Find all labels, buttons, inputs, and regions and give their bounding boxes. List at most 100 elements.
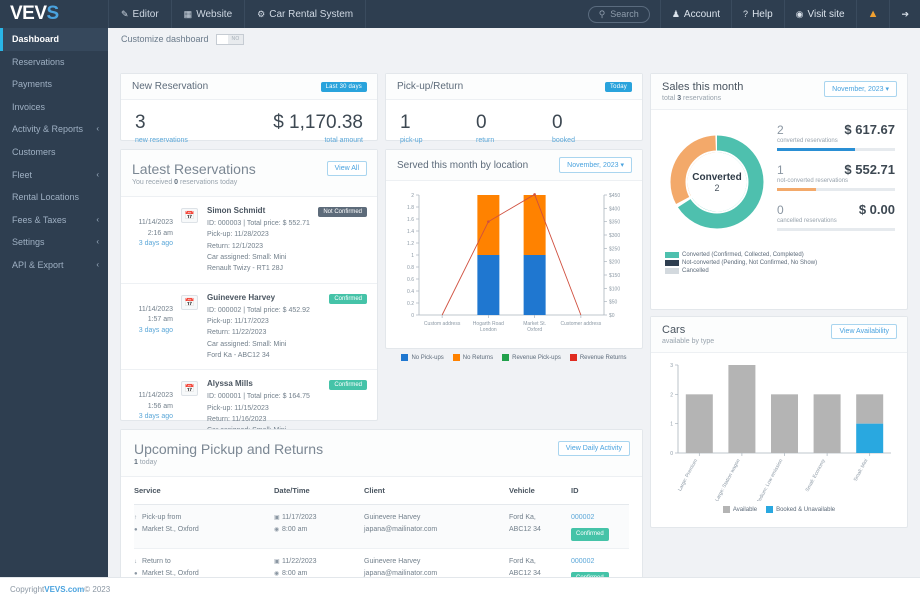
status-badge: Confirmed bbox=[329, 293, 367, 304]
sidebar-item-invoices[interactable]: Invoices bbox=[0, 96, 108, 119]
cancelled-count: 0 bbox=[777, 203, 784, 217]
cars-chart-svg: 0 1 2 3 Large: Premium Large: Station wagon M… bbox=[670, 363, 891, 506]
sidebar-label-rental-locations: Rental Locations bbox=[12, 192, 80, 203]
main-content: Customize dashboard NO New Reservation L… bbox=[108, 28, 920, 577]
search-placeholder: Search bbox=[610, 9, 639, 19]
svg-text:1.2: 1.2 bbox=[407, 241, 414, 247]
footer-pre: Copyright bbox=[10, 585, 45, 594]
cell-datetime-0: ▣ 11/17/2023 ◉ 8:00 am bbox=[274, 504, 364, 550]
sidebar-item-dashboard[interactable]: Dashboard bbox=[0, 28, 108, 51]
new-reservation-amount-stat: $ 1,170.38 total amount bbox=[249, 113, 363, 144]
latest-reservation-row[interactable]: 11/14/2023 2:16 am 3 days ago 📅 Simon Sc… bbox=[121, 197, 377, 284]
reservation-line: ID: 000001 | Total price: $ 164.75 bbox=[207, 393, 310, 401]
vehicle-name-0: Ford Ka, bbox=[509, 514, 536, 521]
topnav-item-car-rental-system[interactable]: ⚙ Car Rental System bbox=[245, 0, 367, 28]
not-converted-label: not-converted reservations bbox=[777, 178, 849, 184]
warning-button[interactable]: ▲ bbox=[855, 0, 890, 28]
svg-text:Medium: Low emission: Medium: Low emission bbox=[755, 458, 784, 501]
vehicle-name-1: Ford Ka, bbox=[509, 558, 536, 566]
svg-text:Oxford: Oxford bbox=[527, 327, 542, 333]
visit-site-button[interactable]: ◉ Visit site bbox=[783, 0, 856, 28]
sidebar-item-customers[interactable]: Customers bbox=[0, 141, 108, 164]
calendar-icon: ▣ bbox=[274, 515, 280, 521]
reservation-line: Pick-up: 11/15/2023 bbox=[207, 404, 269, 412]
calendar-icon: 📅 bbox=[181, 381, 198, 397]
svg-text:3: 3 bbox=[670, 363, 673, 369]
topnav-item-website[interactable]: ▦ Website bbox=[172, 0, 246, 28]
pickup-label[interactable]: pick-up bbox=[400, 137, 476, 144]
svg-text:0.4: 0.4 bbox=[407, 289, 414, 295]
upcoming-title: Upcoming Pickup and Returns bbox=[134, 441, 324, 457]
sidebar-item-activity-reports[interactable]: Activity & Reports ‹ bbox=[0, 118, 108, 141]
sidebar-item-api-export[interactable]: API & Export ‹ bbox=[0, 254, 108, 277]
legend-swatch-not-converted bbox=[665, 260, 679, 266]
reservation-line: ID: 000002 | Total price: $ 452.92 bbox=[207, 306, 310, 314]
topnav-item-editor[interactable]: ✎ Editor bbox=[108, 0, 172, 28]
view-all-button[interactable]: View All bbox=[326, 161, 367, 176]
latest-reservation-row[interactable]: 11/14/2023 1:57 am 3 days ago 📅 Guinever… bbox=[121, 284, 377, 371]
svg-text:0: 0 bbox=[670, 451, 673, 457]
client-name-0: Guinevere Harvey bbox=[364, 514, 421, 521]
sidebar-item-settings[interactable]: Settings ‹ bbox=[0, 231, 108, 254]
chevron-left-icon: ‹ bbox=[96, 214, 99, 224]
reservation-line: Car assigned: Small: Mini bbox=[207, 253, 287, 261]
view-daily-activity-button[interactable]: View Daily Activity bbox=[557, 441, 630, 456]
booked-value: 0 bbox=[552, 112, 563, 133]
table-row[interactable]: ↑ Pick-up from ● Market St., Oxford ▣ 11/17… bbox=[134, 504, 629, 550]
sales-header: Sales this month total 3 reservations No… bbox=[651, 74, 907, 110]
sidebar-item-reservations[interactable]: Reservations bbox=[0, 51, 108, 74]
arrow-up-icon: ↑ bbox=[134, 515, 137, 521]
view-availability-button[interactable]: View Availability bbox=[831, 324, 897, 339]
svg-text:$50: $50 bbox=[609, 300, 618, 306]
new-reservation-count-label[interactable]: new reservations bbox=[135, 137, 249, 144]
topnav-label-editor: Editor bbox=[132, 8, 159, 20]
booked-label[interactable]: booked bbox=[552, 137, 628, 144]
brand-logo[interactable]: VEVS bbox=[0, 0, 108, 28]
return-label[interactable]: return bbox=[476, 137, 552, 144]
legend-swatch-no-returns bbox=[452, 354, 460, 361]
reservation-line: Return: 11/16/2023 bbox=[207, 415, 267, 423]
footer-brand-link[interactable]: VEVS.com bbox=[44, 585, 84, 594]
location-pin-icon: ● bbox=[134, 571, 138, 577]
logout-button[interactable]: ➔ bbox=[889, 0, 920, 28]
svg-text:$450: $450 bbox=[609, 193, 620, 199]
cancelled-label: cancelled reservations bbox=[777, 218, 837, 224]
new-reservation-amount-label[interactable]: total amount bbox=[249, 137, 363, 144]
reservation-client-name-0[interactable]: Simon Schmidt bbox=[207, 206, 265, 215]
chevron-left-icon: ‹ bbox=[96, 124, 99, 134]
new-reservation-card: New Reservation Last 30 days 3 new reser… bbox=[120, 73, 378, 144]
served-period-selector[interactable]: November, 2023 ▾ bbox=[559, 157, 632, 173]
converted-count: 2 bbox=[777, 123, 784, 137]
footer-post: © 2023 bbox=[84, 585, 111, 594]
customize-dashboard-toggle[interactable]: NO bbox=[215, 33, 244, 45]
sidebar-item-rental-locations[interactable]: Rental Locations bbox=[0, 186, 108, 209]
upcoming-subtitle: 1 today bbox=[134, 459, 323, 466]
help-icon: ? bbox=[743, 9, 749, 19]
svg-text:London: London bbox=[480, 327, 497, 333]
sidebar-label-settings: Settings bbox=[12, 237, 45, 248]
served-by-location-card: Served this month by location November, … bbox=[385, 149, 643, 361]
search-input[interactable]: ⚲ Search bbox=[587, 5, 650, 23]
sales-row-cancelled: 0 $ 0.00 cancelled reservations bbox=[777, 202, 895, 236]
table-row[interactable]: ↓ Return to ● Market St., Oxford ▣ 11/22/20… bbox=[134, 548, 629, 577]
reservation-id-link-1[interactable]: 000002 bbox=[571, 556, 623, 568]
reservation-client-name-1[interactable]: Guinevere Harvey bbox=[207, 293, 275, 302]
sidebar-item-fees-taxes[interactable]: Fees & Taxes ‹ bbox=[0, 209, 108, 232]
reservation-line: Ford Ka - ABC12 34 bbox=[207, 351, 270, 359]
cell-client-1: Guinevere Harvey japana@mailinator.com bbox=[364, 548, 509, 577]
help-button[interactable]: ? Help bbox=[731, 0, 784, 28]
sidebar-item-fleet[interactable]: Fleet ‹ bbox=[0, 164, 108, 187]
svg-text:0: 0 bbox=[411, 313, 414, 319]
service-type-1: Return to bbox=[142, 558, 171, 566]
client-email-0: japana@mailinator.com bbox=[364, 525, 438, 533]
reservation-client-name-2[interactable]: Alyssa Mills bbox=[207, 379, 253, 388]
gear-icon: ⚙ bbox=[257, 8, 266, 19]
service-location-0: Market St., Oxford bbox=[142, 525, 199, 533]
donut-center-title: Converted bbox=[692, 171, 742, 183]
account-button[interactable]: ♟ Account bbox=[659, 0, 731, 28]
sidebar-item-payments[interactable]: Payments bbox=[0, 73, 108, 96]
sales-row-converted: 2 $ 617.67 converted reservations bbox=[777, 122, 895, 156]
sales-period-selector[interactable]: November, 2023 ▾ bbox=[824, 81, 897, 97]
reservation-id-link-0[interactable]: 000002 bbox=[571, 512, 623, 524]
legend-swatch-revenue-pickups bbox=[502, 354, 510, 361]
